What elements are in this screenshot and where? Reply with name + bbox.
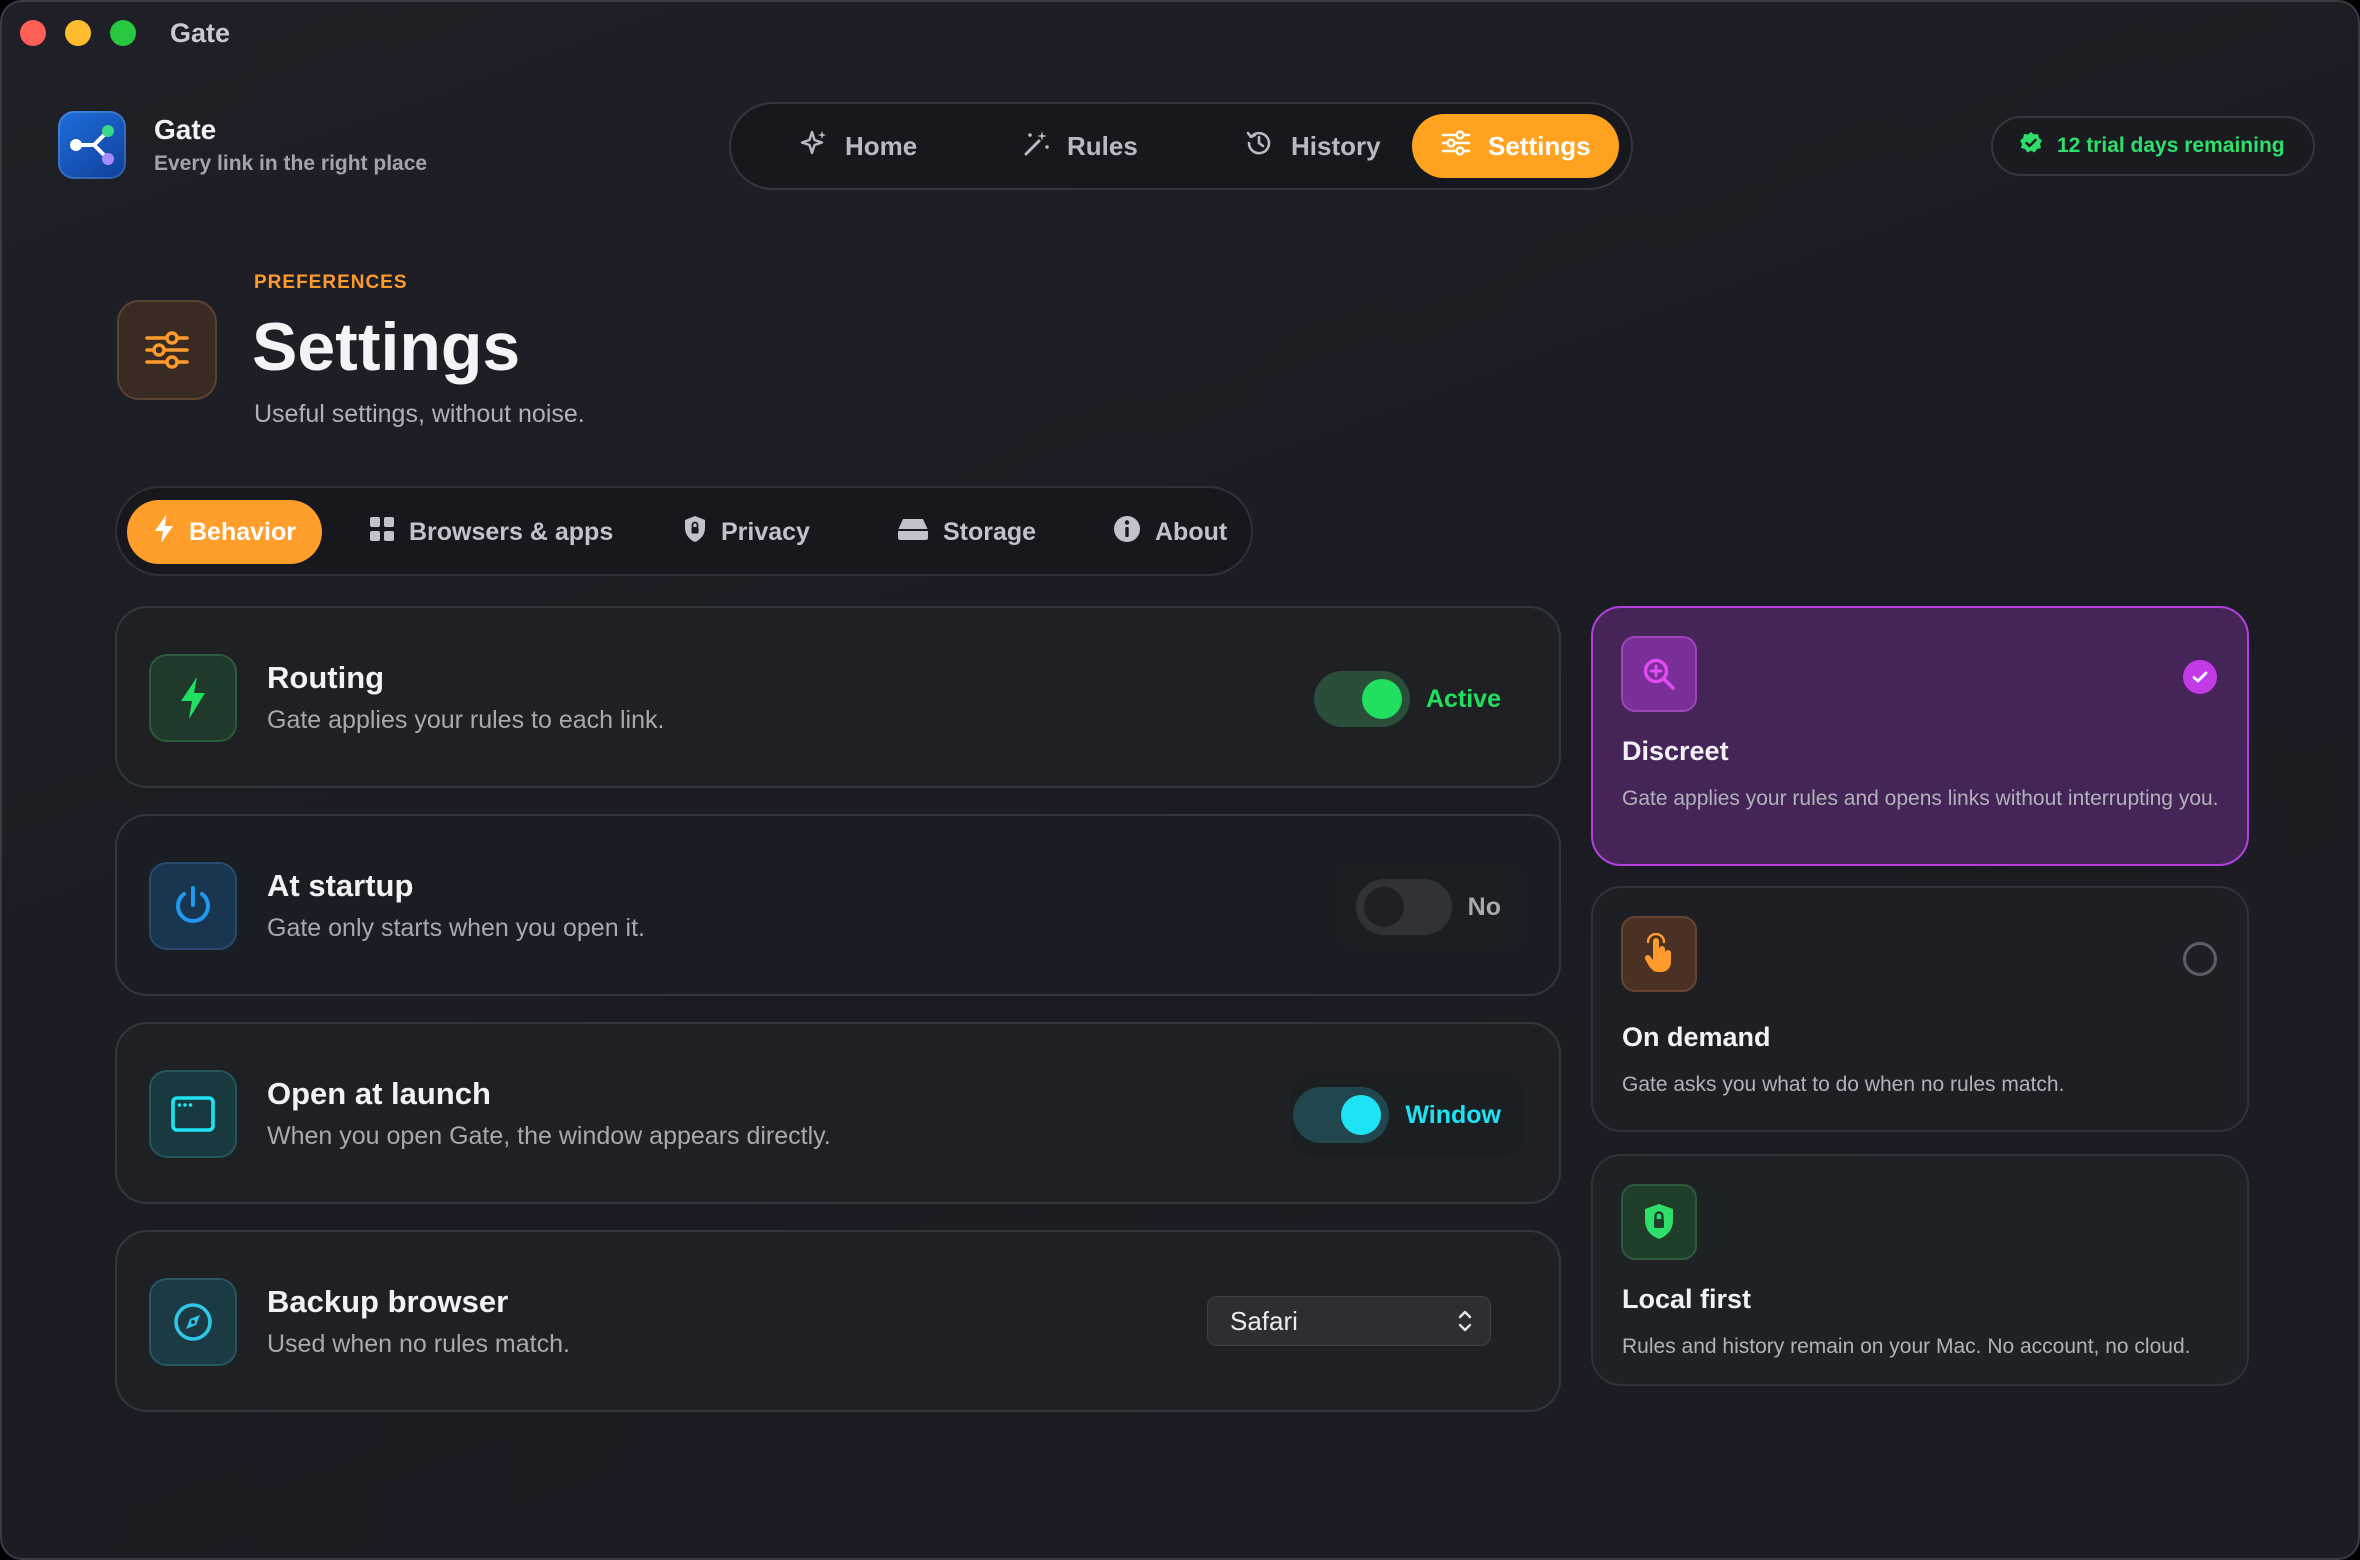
backup-description: Used when no rules match. bbox=[267, 1330, 570, 1358]
tab-label: Privacy bbox=[721, 517, 810, 546]
tab-label: About bbox=[1155, 517, 1228, 546]
zoom-window-button[interactable] bbox=[110, 20, 136, 46]
app-window: Gate Gate Every link in the right place … bbox=[0, 0, 2360, 1560]
nav-item-label: History bbox=[1291, 130, 1381, 161]
nav-item-label: Rules bbox=[1067, 130, 1138, 161]
backup-browser-card: Backup browser Used when no rules match.… bbox=[115, 1230, 1561, 1412]
startup-state-label: No bbox=[1467, 892, 1501, 921]
launch-switch[interactable] bbox=[1293, 1087, 1390, 1143]
tab-label: Storage bbox=[943, 517, 1037, 546]
main-nav: Home Rules History Settings bbox=[729, 102, 1633, 190]
switch-knob bbox=[1341, 1095, 1382, 1135]
page-subtitle: Useful settings, without noise. bbox=[254, 400, 585, 428]
history-clock-icon bbox=[1243, 127, 1275, 166]
page-eyebrow: PREFERENCES bbox=[254, 272, 408, 293]
power-icon bbox=[149, 862, 237, 950]
close-window-button[interactable] bbox=[20, 20, 46, 46]
traffic-lights bbox=[20, 20, 136, 46]
on-demand-mode-card[interactable]: On demand Gate asks you what to do when … bbox=[1591, 886, 2249, 1132]
on-demand-radio[interactable] bbox=[2183, 942, 2217, 976]
discreet-description: Gate applies your rules and opens links … bbox=[1622, 787, 2219, 810]
startup-switch[interactable] bbox=[1355, 879, 1452, 935]
zoom-in-icon bbox=[1621, 636, 1697, 712]
brand-tagline: Every link in the right place bbox=[154, 152, 428, 175]
settings-sliders-icon bbox=[117, 300, 217, 400]
routing-title: Routing bbox=[267, 660, 385, 695]
routing-setting-card: Routing Gate applies your rules to each … bbox=[115, 606, 1561, 788]
local-first-title: Local first bbox=[1622, 1284, 1752, 1314]
switch-knob bbox=[1361, 679, 1402, 719]
magic-wand-icon bbox=[1021, 128, 1051, 165]
launch-state-label: Window bbox=[1405, 1100, 1501, 1129]
trial-badge[interactable]: 12 trial days remaining bbox=[1991, 116, 2315, 176]
backup-browser-value: Safari bbox=[1230, 1305, 1298, 1336]
startup-toggle[interactable]: No bbox=[1335, 866, 1523, 948]
nav-item-settings[interactable]: Settings bbox=[1412, 114, 1619, 178]
tab-label: Browsers & apps bbox=[409, 517, 614, 546]
bolt-icon bbox=[149, 654, 237, 742]
tab-behavior[interactable]: Behavior bbox=[127, 500, 322, 564]
backup-title: Backup browser bbox=[267, 1284, 509, 1319]
discreet-title: Discreet bbox=[1622, 736, 1729, 766]
discreet-mode-card[interactable]: Discreet Gate applies your rules and ope… bbox=[1591, 606, 2249, 866]
tab-label: Behavior bbox=[189, 517, 296, 546]
grid-icon bbox=[369, 516, 395, 549]
brand: Gate Every link in the right place bbox=[58, 111, 427, 179]
shield-icon bbox=[683, 515, 707, 550]
launch-setting-card: Open at launch When you open Gate, the w… bbox=[115, 1022, 1561, 1204]
local-first-description: Rules and history remain on your Mac. No… bbox=[1622, 1335, 2191, 1358]
page-title: Settings bbox=[252, 309, 521, 385]
drive-icon bbox=[897, 517, 929, 548]
brand-name: Gate bbox=[154, 114, 217, 145]
window-title: Gate bbox=[170, 18, 231, 48]
backup-browser-select[interactable]: Safari bbox=[1207, 1296, 1491, 1346]
launch-description: When you open Gate, the window appears d… bbox=[267, 1122, 831, 1150]
local-first-card: Local first Rules and history remain on … bbox=[1591, 1154, 2249, 1386]
tab-privacy[interactable]: Privacy bbox=[657, 500, 836, 564]
checkmark-icon bbox=[2192, 671, 2208, 683]
sliders-icon bbox=[1440, 127, 1472, 166]
tab-about[interactable]: About bbox=[1087, 500, 1253, 564]
routing-toggle[interactable]: Active bbox=[1313, 658, 1523, 740]
window-icon bbox=[149, 1070, 237, 1158]
app-logo-icon bbox=[58, 111, 126, 179]
compass-icon bbox=[149, 1278, 237, 1366]
on-demand-description: Gate asks you what to do when no rules m… bbox=[1622, 1073, 2065, 1096]
startup-setting-card: At startup Gate only starts when you ope… bbox=[115, 814, 1561, 996]
switch-knob bbox=[1363, 887, 1404, 927]
routing-switch[interactable] bbox=[1313, 671, 1410, 727]
nav-item-label: Settings bbox=[1488, 130, 1591, 161]
discreet-radio[interactable] bbox=[2183, 660, 2217, 694]
launch-toggle[interactable]: Window bbox=[1291, 1074, 1523, 1156]
updown-chevron-icon bbox=[1456, 1306, 1474, 1343]
nav-item-home[interactable]: Home bbox=[771, 114, 945, 178]
info-icon bbox=[1113, 515, 1141, 550]
on-demand-title: On demand bbox=[1622, 1022, 1771, 1052]
minimize-window-button[interactable] bbox=[65, 20, 91, 46]
tab-storage[interactable]: Storage bbox=[871, 500, 1062, 564]
routing-description: Gate applies your rules to each link. bbox=[267, 706, 665, 734]
tap-hand-icon bbox=[1621, 916, 1697, 992]
launch-title: Open at launch bbox=[267, 1076, 491, 1111]
routing-state-label: Active bbox=[1425, 684, 1501, 713]
check-badge-icon bbox=[2019, 131, 2043, 161]
tab-browsers-apps[interactable]: Browsers & apps bbox=[343, 500, 639, 564]
sparkle-icon bbox=[799, 128, 829, 165]
nav-item-label: Home bbox=[845, 130, 918, 161]
bolt-icon bbox=[153, 514, 175, 551]
startup-title: At startup bbox=[267, 868, 414, 903]
lock-shield-icon bbox=[1621, 1184, 1697, 1260]
nav-item-history[interactable]: History bbox=[1215, 114, 1409, 178]
startup-description: Gate only starts when you open it. bbox=[267, 914, 645, 942]
settings-tabs: Behavior Browsers & apps Privacy Storage… bbox=[115, 486, 1253, 576]
nav-item-rules[interactable]: Rules bbox=[993, 114, 1166, 178]
trial-label: 12 trial days remaining bbox=[2057, 134, 2285, 157]
